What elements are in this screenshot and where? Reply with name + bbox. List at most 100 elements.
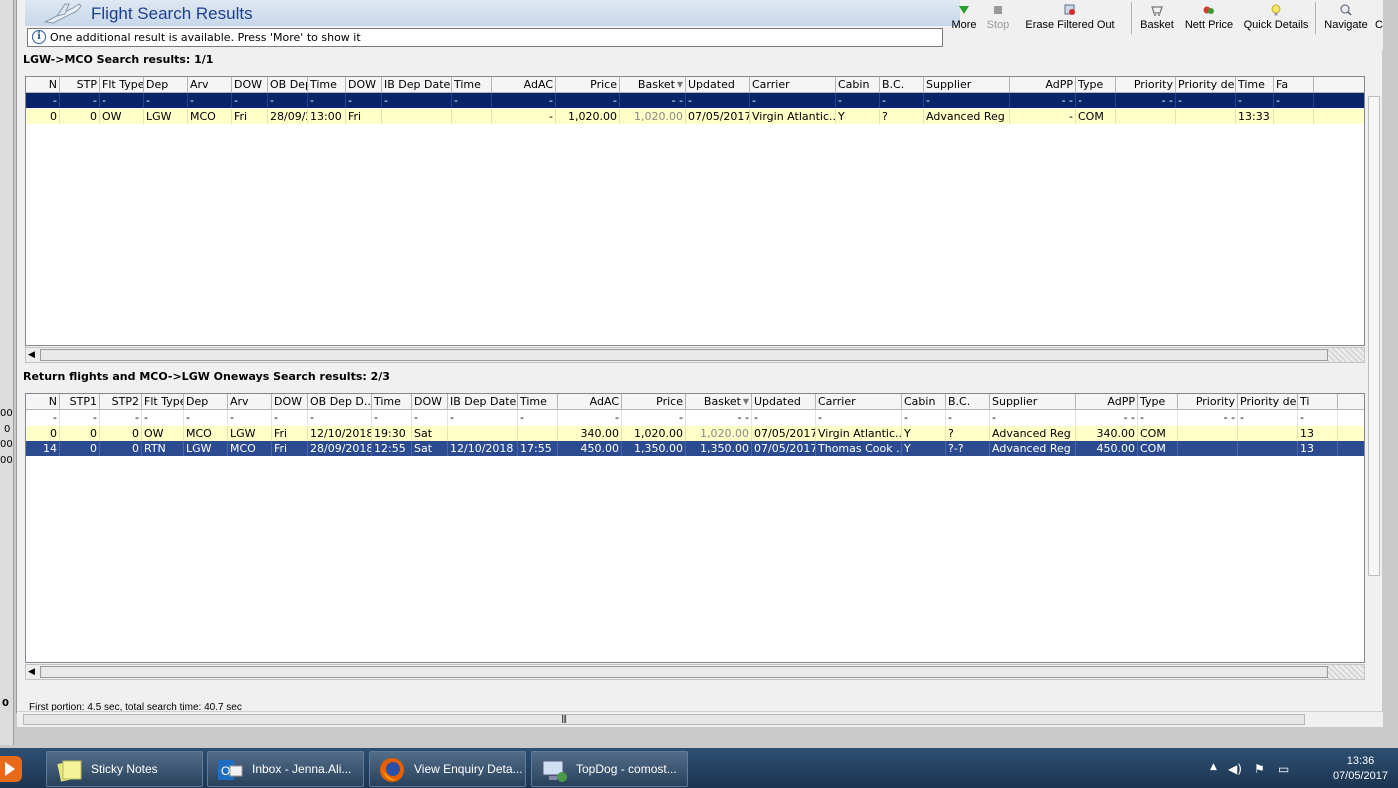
column-header[interactable]: IB Dep Date — [448, 394, 518, 409]
column-header[interactable]: Cabin — [836, 77, 880, 92]
nett-price-button[interactable]: Nett Price — [1179, 0, 1239, 36]
stop-button[interactable]: Stop — [983, 0, 1013, 36]
grid-cell: 1,020.00 — [686, 426, 752, 441]
clock[interactable]: 13:36 07/05/2017 — [1333, 754, 1388, 784]
grid-cell: 07/05/2017 — [688, 109, 750, 124]
column-header[interactable]: B.C. — [880, 77, 924, 92]
column-header[interactable]: AdAC — [558, 394, 622, 409]
column-header[interactable]: OB Dep D... — [268, 77, 308, 92]
column-header[interactable]: Priority — [1178, 394, 1238, 409]
column-header[interactable]: Arv — [188, 77, 232, 92]
column-header[interactable]: Fa — [1274, 77, 1314, 92]
column-header[interactable]: N — [26, 77, 60, 92]
column-header[interactable]: Priority description — [1176, 77, 1236, 92]
grid-cell: - - — [1178, 410, 1238, 425]
cut-off-button[interactable]: C — [1375, 0, 1383, 36]
background-window-strip: 00 0 00 00 0 — [0, 0, 14, 745]
column-header[interactable]: Supplier — [924, 77, 1010, 92]
column-header[interactable]: Time — [518, 394, 558, 409]
more-button[interactable]: More — [947, 0, 981, 36]
return-results-grid[interactable]: N STP1 STP2 Flt Type Dep Arv DOW OB Dep D... Tim… — [25, 393, 1365, 663]
column-header[interactable]: Flt Type — [100, 77, 144, 92]
column-header[interactable]: Carrier — [750, 77, 836, 92]
column-header[interactable]: Basket ▼ — [686, 394, 752, 409]
filter-row[interactable]: --------------- ------- --- --- — [26, 410, 1364, 425]
column-header[interactable]: Type — [1076, 77, 1116, 92]
table-row[interactable]: 00OWLGWMCOFri28/09/201813:00Fri-1,020.00… — [26, 109, 1364, 124]
table-row[interactable]: 0 0 0 OW MCO LGW Fri 12/10/2018 19:30 Sat 340.00 1,… — [26, 426, 1364, 441]
column-header[interactable]: Arv — [228, 394, 272, 409]
outbound-results-grid[interactable]: NSTPFlt TypeDepArvDOWOB Dep D...TimeDOWI… — [25, 76, 1365, 346]
column-header[interactable]: Updated — [752, 394, 816, 409]
column-header[interactable]: Dep — [184, 394, 228, 409]
column-header[interactable]: Time — [308, 77, 346, 92]
grid-cell: - — [60, 93, 100, 108]
grid-cell: - — [188, 93, 232, 108]
filter-row[interactable]: -------------- ------- --- ---- — [26, 93, 1364, 108]
outbound-horizontal-scrollbar[interactable]: ◀ — [25, 347, 1365, 363]
grid-cell: - — [880, 93, 924, 108]
column-header[interactable]: AdAC — [492, 77, 556, 92]
show-hidden-icons-icon[interactable]: ▲ — [1210, 762, 1217, 772]
grid-cell: - - — [1010, 93, 1076, 108]
grid-cell: 1,020.00 — [556, 109, 620, 124]
taskbar-item-outlook[interactable]: O Inbox - Jenna.Ali... — [207, 751, 364, 787]
scrollbar-thumb[interactable] — [40, 666, 1328, 678]
column-header[interactable]: OB Dep D... — [308, 394, 372, 409]
network-icon[interactable]: ▭ — [1278, 762, 1289, 776]
window-horizontal-scrollbar[interactable]: ||| — [17, 711, 1383, 727]
column-header[interactable]: Time — [452, 77, 492, 92]
return-horizontal-scrollbar[interactable]: ◀ — [25, 664, 1365, 680]
quick-details-button[interactable]: Quick Details — [1241, 0, 1311, 36]
column-header[interactable]: DOW — [272, 394, 308, 409]
vertical-scrollbar[interactable] — [1367, 76, 1381, 601]
table-row[interactable]: 14 0 0 RTN LGW MCO Fri 28/09/2018 12:55 Sat 12/10/… — [26, 441, 1364, 456]
info-message: One additional result is available. Pres… — [50, 31, 361, 44]
column-header[interactable]: STP1 — [60, 394, 100, 409]
column-header[interactable]: Priority description — [1238, 394, 1298, 409]
column-header[interactable]: DOW — [412, 394, 448, 409]
flag-icon[interactable]: ⚑ — [1254, 762, 1265, 776]
column-header[interactable]: Type — [1138, 394, 1178, 409]
column-header[interactable]: Cabin — [902, 394, 946, 409]
column-header[interactable]: Price — [556, 77, 620, 92]
column-header[interactable]: IB Dep Date — [382, 77, 452, 92]
taskbar-item-topdog[interactable]: TopDog - comost... — [531, 751, 688, 787]
column-header[interactable]: N — [26, 394, 60, 409]
grid-cell: Fri — [346, 109, 382, 124]
grid-cell: 17:55 — [518, 441, 558, 456]
column-header[interactable]: Dep — [144, 77, 188, 92]
column-header[interactable]: Priority — [1116, 77, 1176, 92]
column-header[interactable]: Basket ▼ — [620, 77, 686, 92]
speaker-icon[interactable]: ◀) — [1228, 762, 1242, 776]
column-header[interactable]: B.C. — [946, 394, 990, 409]
taskbar-item-firefox[interactable]: View Enquiry Deta... — [369, 751, 526, 787]
scroll-left-icon[interactable]: ◀ — [28, 350, 38, 360]
basket-button[interactable]: Basket — [1137, 0, 1177, 36]
column-header[interactable]: STP — [60, 77, 100, 92]
column-header[interactable]: AdPP — [1076, 394, 1138, 409]
column-header[interactable]: Time — [372, 394, 412, 409]
grid-cell: 12/10/2018 — [448, 441, 518, 456]
column-header[interactable]: Ti — [1298, 394, 1338, 409]
column-header[interactable]: Flt Type — [142, 394, 184, 409]
column-header[interactable]: Carrier — [816, 394, 902, 409]
navigate-button[interactable]: Navigate — [1321, 0, 1371, 36]
column-header[interactable]: Price — [622, 394, 686, 409]
column-header[interactable]: DOW — [232, 77, 268, 92]
scrollbar-thumb[interactable] — [1368, 96, 1380, 576]
grid-cell — [452, 109, 492, 124]
column-header[interactable]: Updated — [686, 77, 750, 92]
grid-cell: - — [752, 410, 816, 425]
start-button[interactable] — [0, 756, 22, 782]
scroll-left-icon[interactable]: ◀ — [28, 667, 38, 677]
taskbar-item-sticky-notes[interactable]: Sticky Notes — [46, 751, 203, 787]
column-header[interactable]: Supplier — [990, 394, 1076, 409]
column-header[interactable]: DOW — [346, 77, 382, 92]
column-header[interactable]: AdPP — [1010, 77, 1076, 92]
erase-filtered-out-button[interactable]: Erase Filtered Out — [1015, 0, 1125, 36]
column-header[interactable]: Time — [1236, 77, 1274, 92]
column-header[interactable]: STP2 — [100, 394, 142, 409]
scrollbar-thumb[interactable] — [40, 349, 1328, 361]
scrollbar-thumb[interactable] — [23, 714, 1305, 725]
